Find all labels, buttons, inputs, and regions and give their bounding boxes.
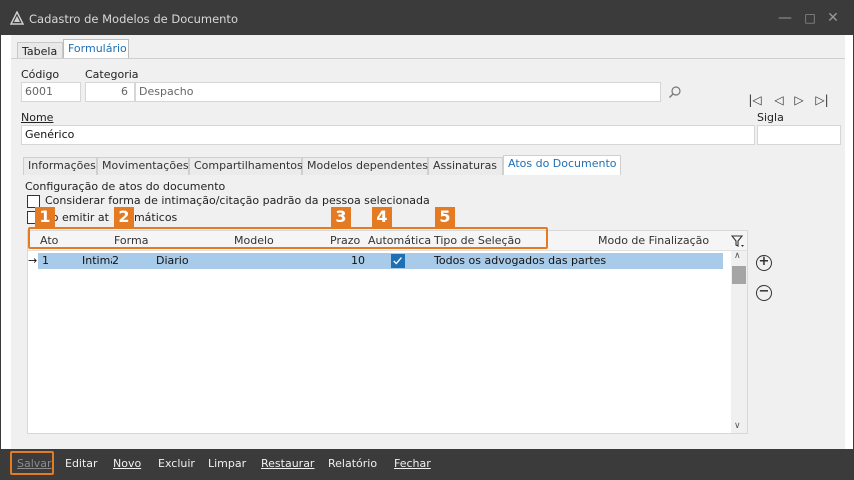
app-logo-icon [10,11,24,25]
vertical-scrollbar[interactable]: ∧ ∨ [731,251,747,433]
check-icon [393,257,402,265]
cell-forma: Intima [82,254,112,267]
considerar-forma-label: Considerar forma de intimação/citação pa… [45,194,430,207]
nome-field[interactable]: Genérico [21,125,755,145]
categoria-field[interactable]: Despacho [135,82,661,102]
editar-button[interactable]: Editar [65,457,98,470]
last-record-icon[interactable]: ▷| [815,93,829,107]
title-bar: Cadastro de Modelos de Documento — □ ✕ [1,1,853,35]
marker-4: 4 [372,207,392,227]
next-record-icon[interactable]: ▷ [792,93,806,107]
tab-modelos-dependentes[interactable]: Modelos dependentes [302,157,428,175]
novo-button[interactable]: Novo [113,457,141,470]
previous-record-icon[interactable]: ◁ [772,93,786,107]
close-icon[interactable]: ✕ [825,10,841,26]
limpar-button[interactable]: Limpar [208,457,246,470]
window-title: Cadastro de Modelos de Documento [29,12,238,26]
cell-prazo: 10 [351,254,365,267]
tab-assinaturas[interactable]: Assinaturas [428,157,503,175]
cell-tipo-selecao: Todos os advogados das partes [434,254,607,267]
categoria-label: Categoria [85,68,139,81]
minimize-icon[interactable]: — [777,10,793,26]
tab-atos-do-documento[interactable]: Atos do Documento [503,155,621,175]
cell-modelo-id: 2 [112,254,119,267]
salvar-button[interactable]: Salvar [17,457,52,470]
sigla-label: Sigla [757,111,784,124]
first-record-icon[interactable]: |◁ [748,93,762,107]
tab-informacoes[interactable]: Informações [23,157,97,175]
restaurar-button[interactable]: Restaurar [261,457,314,470]
atos-section-title: Configuração de atos do documento [25,180,226,193]
marker-5: 5 [435,207,455,227]
app-window: Cadastro de Modelos de Documento — □ ✕ T… [0,0,854,480]
automatica-checkbox[interactable] [391,254,405,268]
scrollbar-thumb[interactable] [732,266,746,284]
col-modo-finalizacao[interactable]: Modo de Finalização [598,234,709,247]
categoria-id-field[interactable]: 6 [85,82,135,102]
maximize-icon[interactable]: □ [802,10,818,26]
scroll-up-icon[interactable]: ∧ [734,251,741,261]
filter-icon[interactable] [731,234,745,248]
action-toolbar: Salvar Editar Novo Excluir Limpar Restau… [1,449,853,479]
columns-highlight [28,227,548,249]
atos-grid: Ato Forma Modelo Prazo Automática Tipo d… [27,230,748,434]
form-panel: Código 6001 Categoria 6 Despacho |◁ ◁ ▷ … [11,58,845,449]
excluir-button[interactable]: Excluir [158,457,195,470]
nao-emitir-label: ão emitir at utomáticos [45,211,178,224]
fechar-button[interactable]: Fechar [394,457,431,470]
cell-modelo: Diario [156,254,189,267]
tab-movimentacoes[interactable]: Movimentações [97,157,189,175]
search-icon[interactable] [668,85,682,99]
marker-1: 1 [35,207,55,227]
codigo-field[interactable]: 6001 [21,82,81,102]
marker-3: 3 [331,207,351,227]
sigla-field[interactable] [757,125,841,145]
add-ato-button[interactable]: + [756,255,772,271]
codigo-label: Código [21,68,60,81]
client-area: Tabela Formulário Código 6001 Categoria … [11,35,845,449]
relatorio-button[interactable]: Relatório [328,457,377,470]
table-row[interactable]: 1 Intima 2 Diario 10 Todos os advogados … [38,253,723,269]
row-indicator-icon: → [28,254,38,267]
marker-2: 2 [114,207,134,227]
cell-ato: 1 [42,254,49,267]
tab-compartilhamentos[interactable]: Compartilhamentos [189,157,303,175]
remove-ato-button[interactable]: − [756,285,772,301]
nome-label: Nome [21,111,54,124]
scroll-down-icon[interactable]: ∨ [734,421,741,431]
